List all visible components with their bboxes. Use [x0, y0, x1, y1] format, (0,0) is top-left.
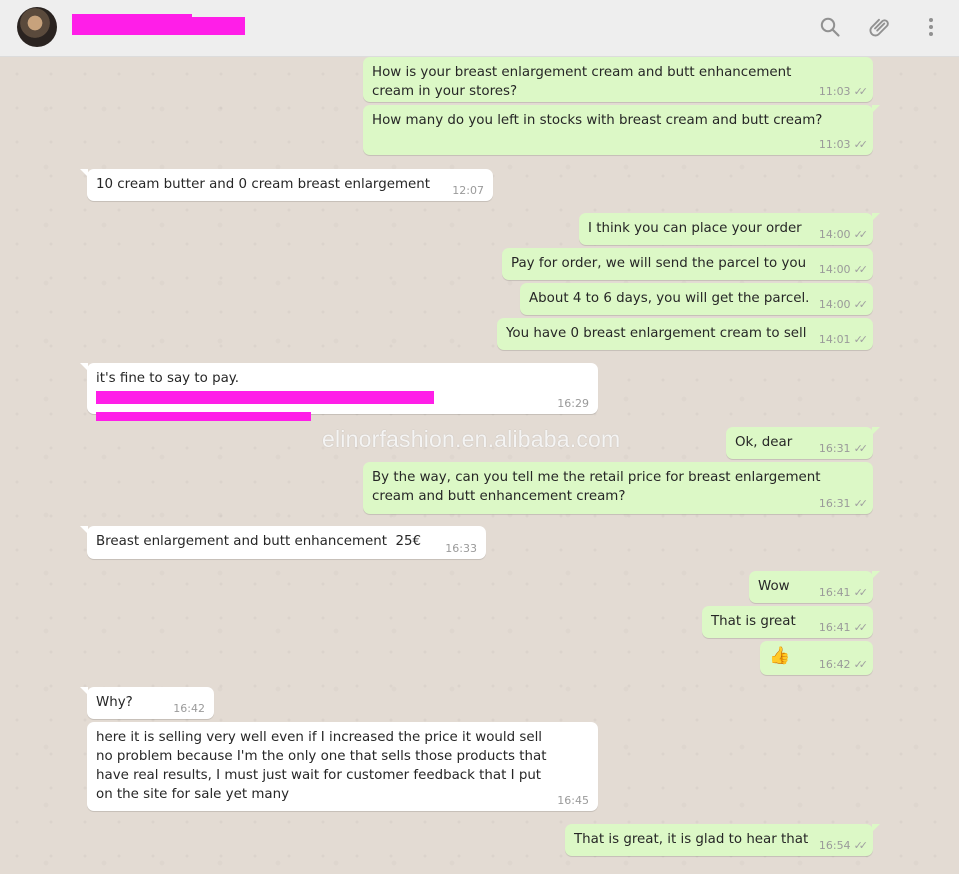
read-ticks-icon: ✓✓: [853, 228, 869, 241]
read-ticks-icon: ✓✓: [853, 658, 869, 671]
message-outgoing[interactable]: How many do you left in stocks with brea…: [363, 105, 880, 155]
read-ticks-icon: ✓✓: [853, 298, 869, 311]
message-meta: 16:41 ✓✓: [818, 621, 869, 634]
message-text: Breast enlargement and butt enhancement …: [96, 534, 422, 549]
message-meta: 14:01 ✓✓: [818, 333, 869, 346]
message-text-line: it's fine to say to pay.: [96, 369, 558, 407]
message-outgoing[interactable]: Pay for order, we will send the parcel t…: [502, 248, 873, 280]
message-time: 12:07: [452, 184, 484, 197]
message-text: Pay for order, we will send the parcel t…: [511, 256, 807, 271]
read-ticks-icon: ✓✓: [853, 442, 869, 455]
menu-icon[interactable]: [919, 15, 943, 39]
contact-name-redacted[interactable]: [72, 14, 245, 35]
message-meta: 11:03 ✓✓: [818, 138, 869, 151]
message-outgoing[interactable]: About 4 to 6 days, you will get the parc…: [520, 283, 873, 315]
message-time: 16:31: [818, 497, 851, 510]
message-outgoing[interactable]: Ok, dear 16:31 ✓✓: [726, 427, 880, 459]
message-time: 16:42: [173, 702, 205, 715]
message-time: 16:33: [445, 542, 477, 555]
message-outgoing[interactable]: How is your breast enlargement cream and…: [363, 57, 873, 102]
read-ticks-icon: ✓✓: [853, 839, 869, 852]
chat-panel[interactable]: How is your breast enlargement cream and…: [0, 57, 959, 874]
message-time: 14:00: [818, 263, 851, 276]
message-text: How many do you left in stocks with brea…: [372, 113, 823, 128]
message-text: it's fine to say to pay.: [96, 371, 240, 386]
message-meta: 14:00 ✓✓: [818, 263, 869, 276]
message-meta: 14:00 ✓✓: [818, 298, 869, 311]
chat-header: [0, 0, 959, 57]
message-outgoing[interactable]: You have 0 breast enlargement cream to s…: [497, 318, 873, 350]
message-outgoing[interactable]: 👍 16:42 ✓✓: [760, 641, 873, 675]
message-text-line: [96, 407, 558, 426]
message-outgoing[interactable]: That is great, it is glad to hear that 1…: [565, 824, 880, 856]
read-ticks-icon: ✓✓: [853, 263, 869, 276]
message-text: About 4 to 6 days, you will get the parc…: [529, 291, 810, 306]
message-text: By the way, can you tell me the retail p…: [372, 470, 825, 504]
message-time: 16:41: [818, 586, 851, 599]
message-meta: 11:03 ✓✓: [818, 85, 869, 98]
message-time: 14:01: [818, 333, 851, 346]
message-outgoing[interactable]: By the way, can you tell me the retail p…: [363, 462, 873, 514]
message-text: I think you can place your order: [588, 221, 802, 236]
message-text: That is great: [711, 614, 796, 629]
message-meta: 16:31 ✓✓: [818, 497, 869, 510]
watermark: elinorfashion.en.alibaba.com: [322, 426, 621, 452]
message-text: That is great, it is glad to hear that: [574, 832, 809, 847]
message-time: 16:41: [818, 621, 851, 634]
message-time: 11:03: [818, 138, 851, 151]
message-time: 14:00: [818, 298, 851, 311]
message-time: 11:03: [818, 85, 851, 98]
message-meta: 16:54 ✓✓: [818, 839, 869, 852]
message-meta: 16:45: [557, 794, 589, 807]
redaction-bar: [96, 411, 311, 421]
message-incoming[interactable]: Why? 16:42: [80, 687, 214, 719]
message-meta: 16:42 ✓✓: [818, 658, 869, 671]
message-text: Why?: [96, 695, 133, 710]
message-time: 16:42: [818, 658, 851, 671]
read-ticks-icon: ✓✓: [853, 497, 869, 510]
message-text: You have 0 breast enlargement cream to s…: [506, 326, 807, 341]
message-outgoing[interactable]: Wow 16:41 ✓✓: [749, 571, 880, 603]
message-time: 16:54: [818, 839, 851, 852]
message-text: How is your breast enlargement cream and…: [372, 65, 796, 99]
message-meta: 16:33: [445, 542, 477, 555]
message-incoming[interactable]: 10 cream butter and 0 cream breast enlar…: [80, 169, 493, 201]
message-incoming[interactable]: here it is selling very well even if I i…: [87, 722, 598, 811]
message-meta: 16:42: [173, 702, 205, 715]
message-text: here it is selling very well even if I i…: [96, 730, 551, 802]
message-meta: 14:00 ✓✓: [818, 228, 869, 241]
attach-icon[interactable]: [868, 15, 892, 39]
read-ticks-icon: ✓✓: [853, 333, 869, 346]
message-meta: 16:41 ✓✓: [818, 586, 869, 599]
search-icon[interactable]: [818, 15, 842, 39]
message-time: 16:45: [557, 794, 589, 807]
read-ticks-icon: ✓✓: [853, 621, 869, 634]
message-time: 14:00: [818, 228, 851, 241]
message-meta: 16:29: [557, 397, 589, 410]
message-text: 10 cream butter and 0 cream breast enlar…: [96, 177, 430, 192]
message-incoming[interactable]: it's fine to say to pay. 16:29: [80, 363, 598, 421]
message-time: 16:31: [818, 442, 851, 455]
message-meta: 16:31 ✓✓: [818, 442, 869, 455]
message-time: 16:29: [557, 397, 589, 410]
read-ticks-icon: ✓✓: [853, 85, 869, 98]
message-outgoing[interactable]: That is great 16:41 ✓✓: [702, 606, 873, 638]
message-incoming[interactable]: Breast enlargement and butt enhancement …: [80, 526, 486, 559]
message-outgoing[interactable]: I think you can place your order 14:00 ✓✓: [579, 213, 880, 245]
contact-avatar[interactable]: [17, 7, 57, 47]
message-meta: 12:07: [452, 184, 484, 197]
read-ticks-icon: ✓✓: [853, 138, 869, 151]
read-ticks-icon: ✓✓: [853, 586, 869, 599]
redaction-bar: [96, 390, 434, 404]
